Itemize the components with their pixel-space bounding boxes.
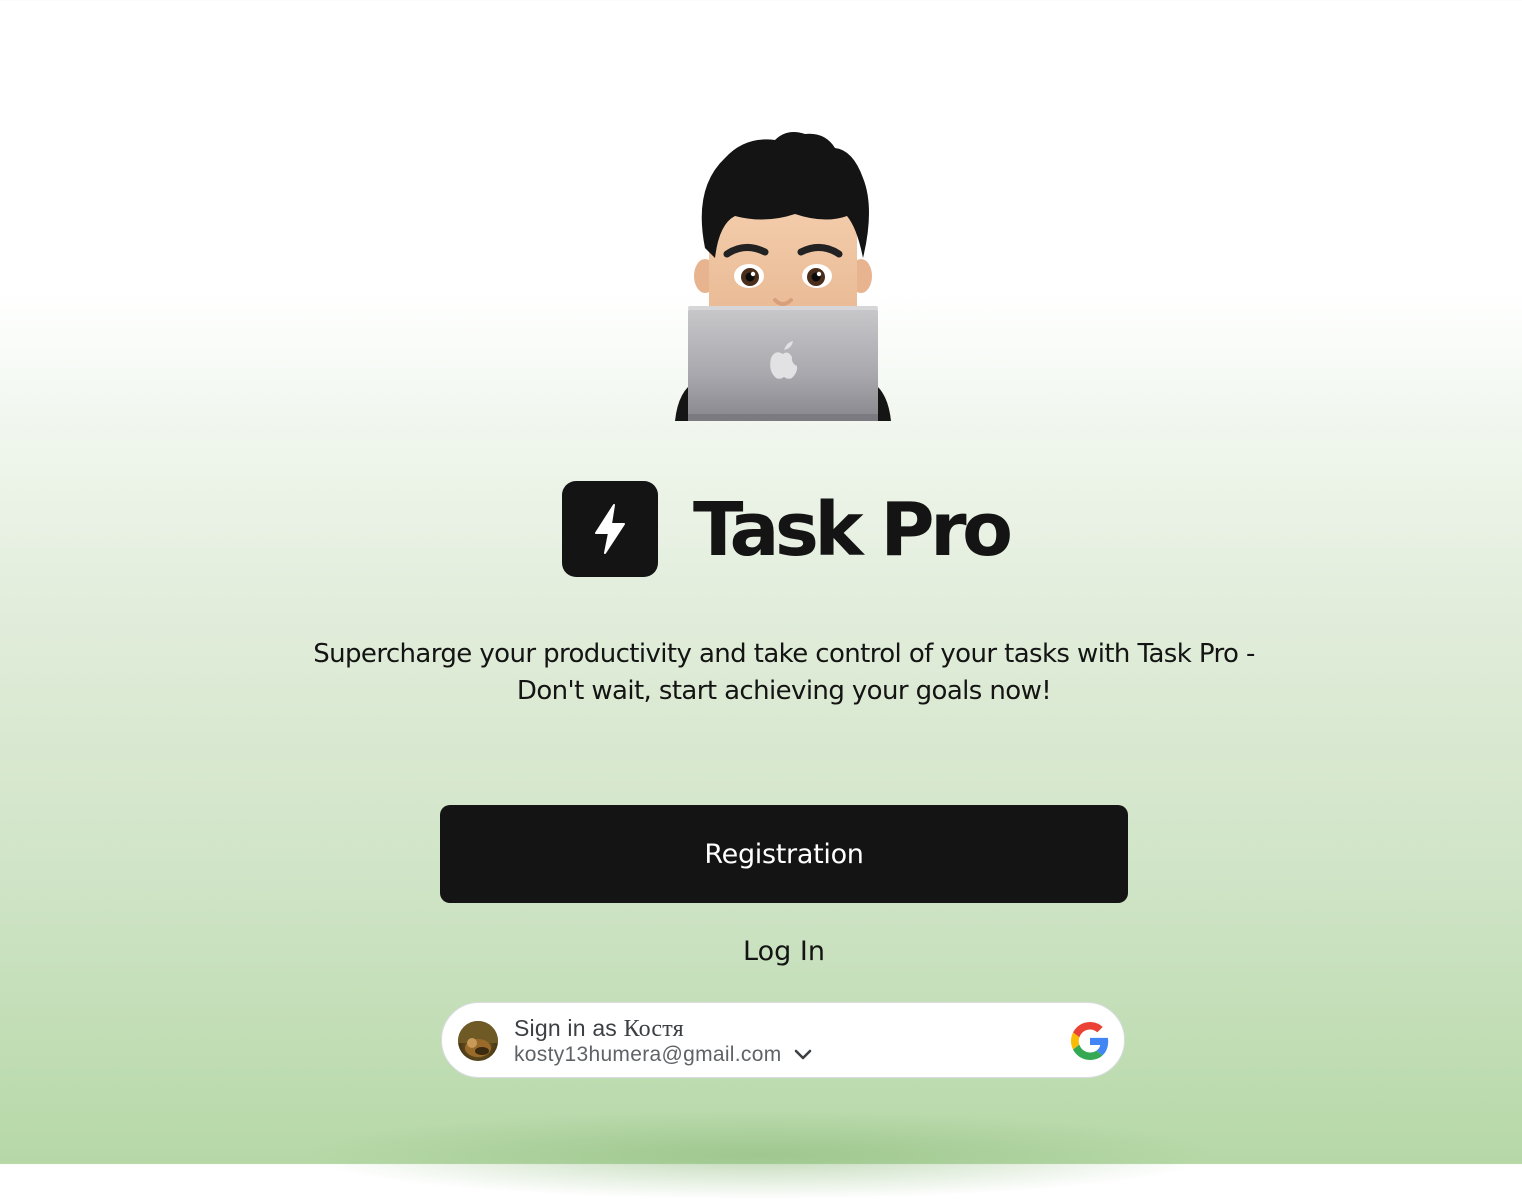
bottom-glow xyxy=(300,1110,1220,1200)
registration-button[interactable]: Registration xyxy=(440,805,1128,903)
brand: Task Pro xyxy=(562,481,1013,577)
lightning-icon xyxy=(562,481,658,577)
signin-prefix: Sign in as xyxy=(514,1015,618,1041)
login-link[interactable]: Log In xyxy=(690,930,878,974)
signin-title: Sign in as Костя xyxy=(514,1015,684,1043)
signin-email-row[interactable]: kosty13humera@gmail.com xyxy=(514,1043,813,1067)
avatar xyxy=(458,1021,498,1061)
signin-user-name: Костя xyxy=(623,1016,684,1042)
memoji-laptop-illustration xyxy=(675,132,891,421)
chevron-down-icon[interactable] xyxy=(793,1045,813,1065)
hero-illustration xyxy=(675,128,891,421)
google-logo-icon xyxy=(1071,1022,1109,1060)
tagline: Supercharge your productivity and take c… xyxy=(313,639,1255,706)
app-title: Task Pro xyxy=(693,487,1013,573)
google-signin-button[interactable]: Sign in as Костя kosty13humera@gmail.com xyxy=(441,1002,1125,1078)
signin-email: kosty13humera@gmail.com xyxy=(514,1043,782,1066)
